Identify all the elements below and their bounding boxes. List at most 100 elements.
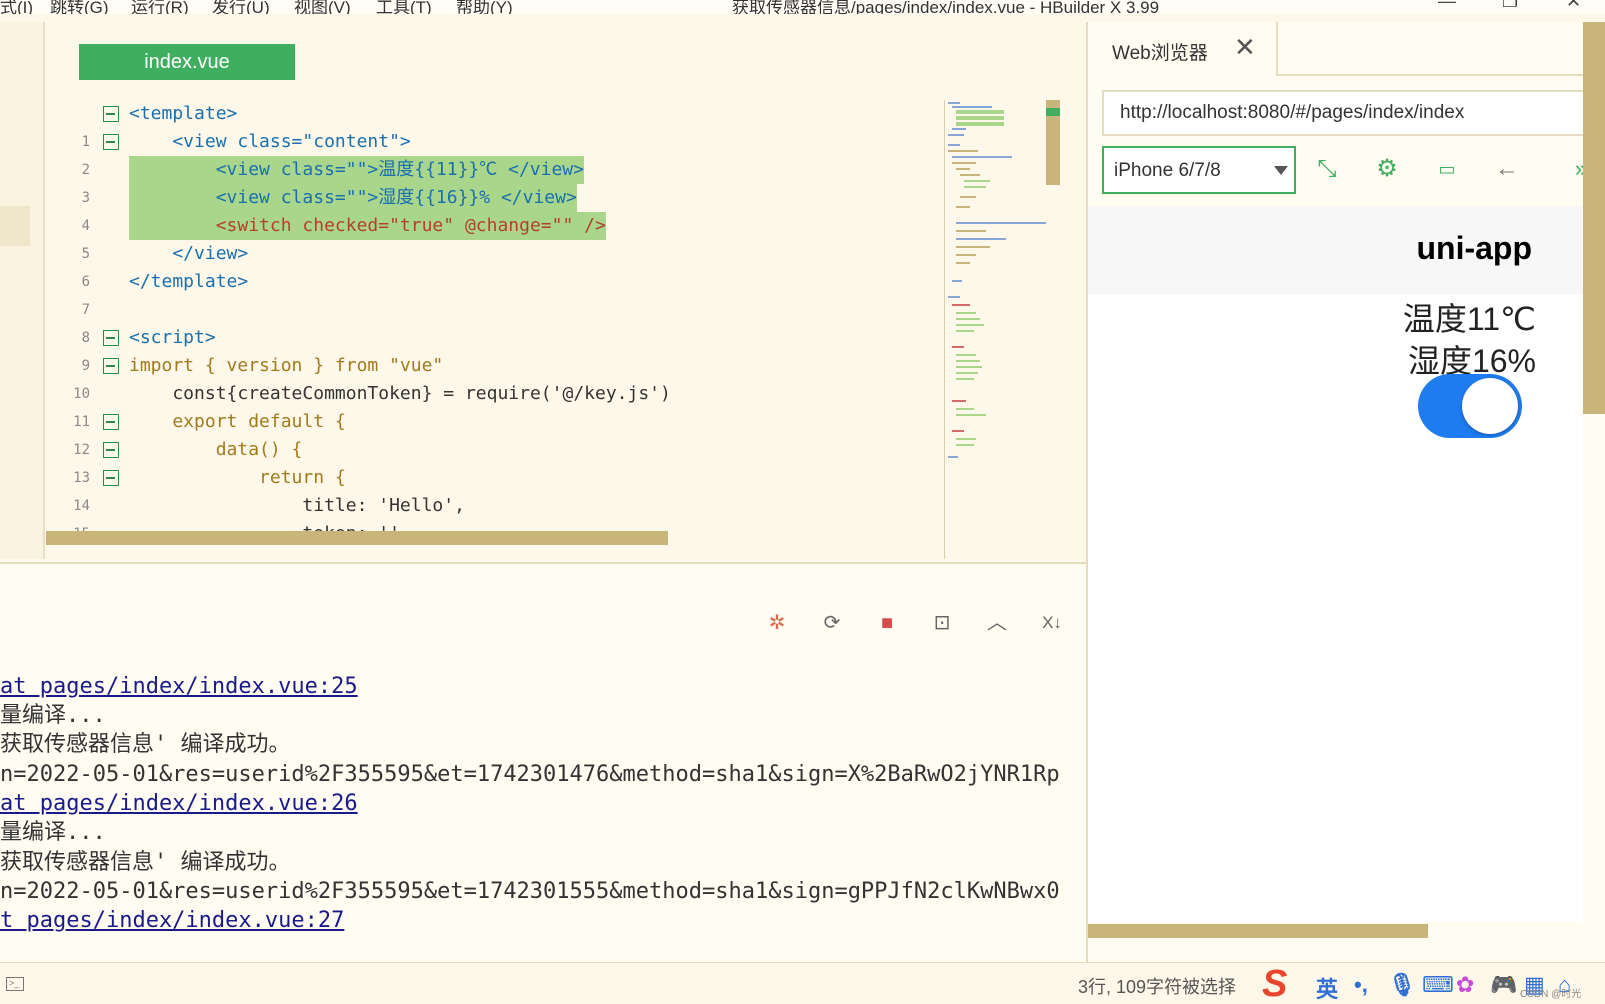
microphone-icon[interactable]: 🎙 <box>1388 972 1416 998</box>
punctuation-icon[interactable]: •, <box>1354 972 1368 998</box>
open-terminal-icon[interactable]: ⊡ <box>925 606 959 640</box>
code-text: const{createCommonToken} = require('@/ke… <box>129 383 671 404</box>
console-log-line: 获取传感器信息' 编译成功。 <box>0 732 291 757</box>
code-line: 12 export default { <box>46 408 946 458</box>
code-line: 10 import { version } from "vue" <box>46 352 946 402</box>
sogou-logo-icon[interactable]: S <box>1262 965 1306 1003</box>
fold-toggle-icon[interactable] <box>103 414 119 430</box>
minimize-icon[interactable]: — <box>1438 0 1456 12</box>
device-select[interactable]: iPhone 6/7/8 <box>1102 146 1296 194</box>
tab-web-browser[interactable]: Web浏览器 ✕ <box>1088 22 1278 76</box>
ime-language-toggle[interactable]: 英 <box>1316 972 1338 1004</box>
toggle-switch[interactable] <box>1418 374 1522 438</box>
restart-icon[interactable]: ⟳ <box>815 606 849 640</box>
phone-viewport[interactable]: uni-app 温度11℃ 湿度16% <box>1088 206 1583 922</box>
rotate-screen-icon[interactable]: ⤡ <box>1310 152 1344 186</box>
url-text: http://localhost:8080/#/pages/index/inde… <box>1120 102 1465 123</box>
tab-label: Web浏览器 <box>1112 43 1208 64</box>
left-panel-selection <box>0 206 30 246</box>
device-value: iPhone 6/7/8 <box>1114 160 1221 181</box>
code-text: <template> <box>129 103 238 124</box>
chevron-up-icon[interactable]: ︿ <box>980 606 1014 640</box>
menu-item-tools[interactable]: 工具(T) <box>376 0 432 14</box>
switch-knob <box>1462 378 1518 434</box>
menu-item-goto[interactable]: 跳转(G) <box>50 0 109 14</box>
code-text: return { <box>129 467 346 488</box>
fold-toggle-icon[interactable] <box>103 134 119 150</box>
chevron-down-icon <box>1274 166 1288 175</box>
code-text: data() { <box>129 439 303 460</box>
code-line: 5 <switch checked="true" @change="" /> <box>46 212 946 262</box>
app-navbar: uni-app <box>1088 206 1583 294</box>
code-line: 1 <template> <box>46 100 946 150</box>
code-text: <view class="content"> <box>129 131 411 152</box>
console-log-link[interactable]: at pages/index/index.vue:25 <box>0 672 358 702</box>
fold-toggle-icon[interactable] <box>103 358 119 374</box>
menu-item-help[interactable]: 帮助(Y) <box>456 0 513 14</box>
code-line: 6 </view> <box>46 240 946 290</box>
menu-item-run[interactable]: 运行(R) <box>131 0 189 14</box>
editor-tab-index-vue[interactable]: index.vue <box>79 44 295 80</box>
close-window-icon[interactable]: ✕ <box>1566 0 1581 12</box>
code-editor[interactable]: index.vue 1 <template> 2 <view class="co… <box>46 22 1086 559</box>
terminal-icon[interactable]: >_ <box>6 977 24 991</box>
keyboard-icon[interactable]: ⌨ <box>1422 972 1454 998</box>
code-line: 8 <box>46 296 946 346</box>
console-log-line: n=2022-05-01&res=userid%2F355595&et=1742… <box>0 879 1060 904</box>
gear-icon[interactable]: ⚙ <box>1370 152 1404 186</box>
menu-item-format[interactable]: 式(I) <box>0 0 33 14</box>
console-log-line: 量编译... <box>0 703 106 728</box>
console-log-line: n=2022-05-01&res=userid%2F355595&et=1742… <box>0 762 1060 787</box>
minimap-divider <box>944 100 945 559</box>
gamepad-icon[interactable]: 🎮 <box>1490 972 1517 998</box>
clear-console-icon[interactable]: X↓ <box>1035 606 1069 640</box>
fold-toggle-icon[interactable] <box>103 442 119 458</box>
close-icon[interactable]: ✕ <box>1234 34 1256 60</box>
menu-bar: 式(I) 跳转(G) 运行(R) 发行(U) 视图(V) 工具(T) 帮助(Y)… <box>0 0 1605 14</box>
menu-item-publish[interactable]: 发行(U) <box>212 0 270 14</box>
restore-icon[interactable]: ❐ <box>1502 0 1518 12</box>
watermark-text: CSDN @时光 <box>1520 989 1582 1000</box>
back-arrow-icon[interactable]: ← <box>1490 152 1524 186</box>
console-icon[interactable]: ▭ <box>1430 152 1464 186</box>
stop-icon[interactable]: ■ <box>870 606 904 640</box>
fold-toggle-icon[interactable] <box>103 470 119 486</box>
code-line: 14 return { <box>46 464 946 514</box>
code-text: import { version } from "vue" <box>129 355 444 376</box>
fold-toggle-icon[interactable] <box>103 330 119 346</box>
temperature-text: 温度11℃ <box>1402 301 1536 337</box>
url-input[interactable]: http://localhost:8080/#/pages/index/inde… <box>1102 90 1596 136</box>
debug-bug-icon[interactable]: ✲ <box>760 606 794 640</box>
code-text: export default { <box>129 411 346 432</box>
skin-icon[interactable]: ✿ <box>1456 972 1474 998</box>
console-panel[interactable]: ✲ ⟳ ■ ⊡ ︿ X↓ at pages/index/index.vue:25… <box>0 562 1086 962</box>
code-line: 9 <script> <box>46 324 946 374</box>
editor-horizontal-scrollbar[interactable] <box>46 531 668 545</box>
code-text: </view> <box>129 243 249 264</box>
browser-horizontal-scrollbar[interactable] <box>1088 924 1428 938</box>
left-panel-divider <box>43 22 45 559</box>
window-title: 获取传感器信息/pages/index/index.vue - HBuilder… <box>732 0 1160 14</box>
code-line: 11 const{createCommonToken} = require('@… <box>46 380 946 430</box>
code-text-selected: <view class="">湿度{{16}}% </view> <box>129 184 577 212</box>
code-line: 13 data() { <box>46 436 946 486</box>
console-log-link[interactable]: at pages/index/index.vue:26 <box>0 789 358 819</box>
code-text-selected: <view class="">温度{{11}}℃ </view> <box>129 156 584 184</box>
code-line: 3 <view class="">温度{{11}}℃ </view> <box>46 156 946 206</box>
console-log-line: 获取传感器信息' 编译成功。 <box>0 850 291 875</box>
status-bar: >_ 3行, 109字符被选择 S 英 •, 🎙 ⌨ ✿ 🎮 ▦ ⌂ CSDN … <box>0 962 1605 1004</box>
console-log-link[interactable]: t pages/index/index.vue:27 <box>0 906 344 936</box>
code-minimap[interactable] <box>946 100 1046 470</box>
console-log-line: 量编译... <box>0 820 106 845</box>
selection-status: 3行, 109字符被选择 <box>1078 977 1237 997</box>
left-side-panel <box>0 22 45 559</box>
code-line: 15 title: 'Hello', <box>46 492 946 542</box>
code-line: 2 <view class="content"> <box>46 128 946 178</box>
viewport-scrollbar[interactable] <box>1583 22 1605 414</box>
fold-toggle-icon[interactable] <box>103 106 119 122</box>
code-line: 7 </template> <box>46 268 946 318</box>
code-text-selected: <switch checked="true" @change="" /> <box>129 212 606 240</box>
code-text: <script> <box>129 327 216 348</box>
scrollbar-change-marker <box>1046 108 1060 116</box>
menu-item-view[interactable]: 视图(V) <box>294 0 351 14</box>
